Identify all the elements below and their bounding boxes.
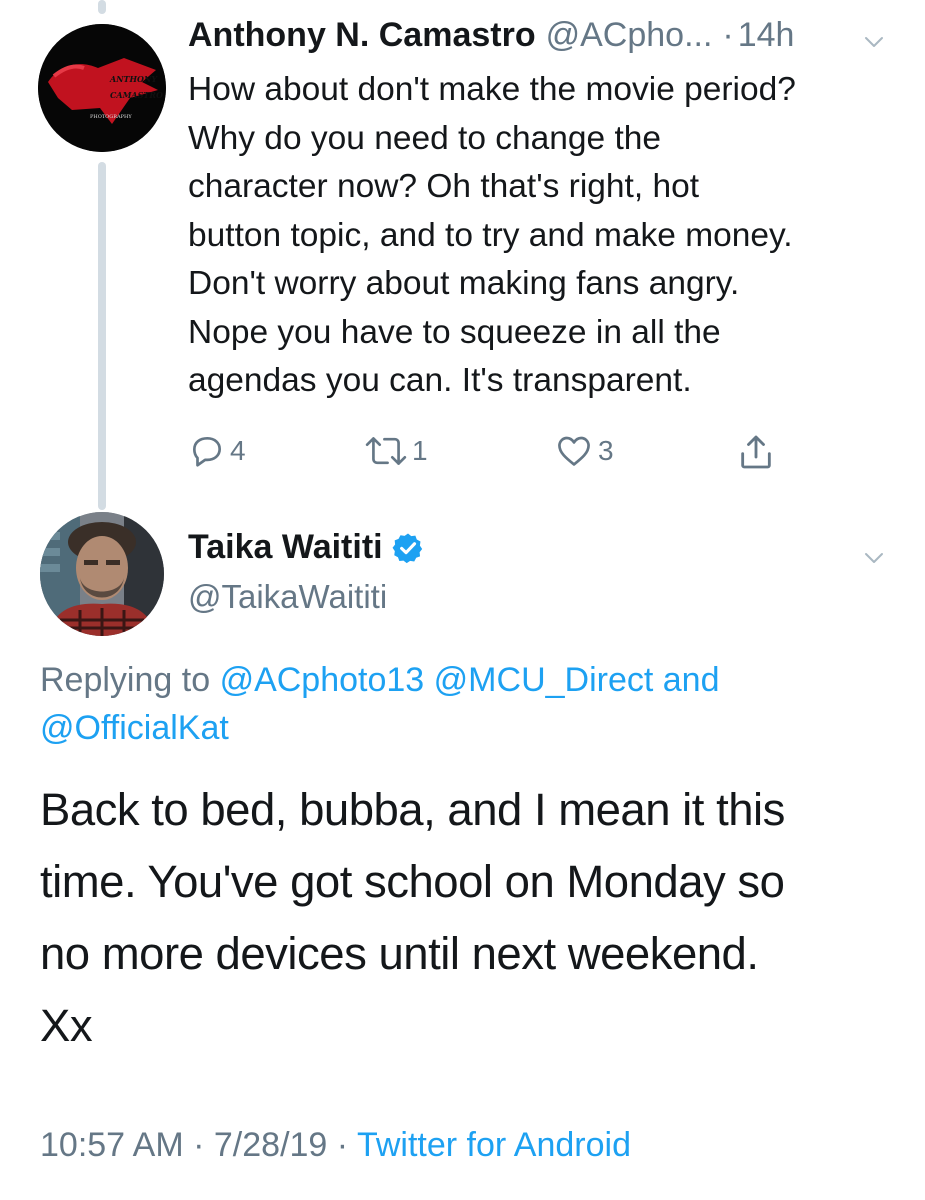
tweet-time[interactable]: 14h bbox=[738, 16, 795, 55]
avatar-logo-image: ANTHONY CAMASTRO PHOTOGRAPHY bbox=[38, 24, 166, 152]
retweet-icon bbox=[365, 436, 407, 465]
replying-to-label: Replying to bbox=[40, 661, 211, 699]
mention-link[interactable]: @ACphoto13 bbox=[220, 661, 425, 699]
share-button[interactable] bbox=[736, 432, 776, 472]
reply-icon bbox=[192, 436, 222, 467]
like-count: 3 bbox=[598, 434, 614, 466]
mention-link[interactable]: @OfficialKat bbox=[40, 709, 229, 747]
svg-text:PHOTOGRAPHY: PHOTOGRAPHY bbox=[90, 114, 132, 120]
heart-icon bbox=[558, 436, 590, 466]
retweet-button[interactable]: 1 bbox=[364, 432, 428, 470]
retweet-count: 1 bbox=[412, 434, 428, 466]
and-label: and bbox=[662, 661, 720, 699]
author-handle[interactable]: @TaikaWaititi bbox=[188, 578, 387, 616]
thread-line-top bbox=[98, 0, 106, 14]
tweet-time[interactable]: 10:57 AM bbox=[40, 1126, 184, 1164]
separator-dot: · bbox=[193, 1126, 205, 1164]
chevron-down-icon[interactable] bbox=[862, 546, 886, 570]
thread-line bbox=[98, 162, 106, 510]
avatar-photo-image bbox=[40, 512, 164, 636]
avatar[interactable] bbox=[40, 512, 164, 636]
tweet-actions: 4 1 3 bbox=[188, 432, 898, 482]
tweet-date[interactable]: 7/28/19 bbox=[214, 1126, 327, 1164]
tweet-source-link[interactable]: Twitter for Android bbox=[357, 1126, 631, 1164]
tweet-meta: 10:57 AM · 7/28/19 · Twitter for Android bbox=[40, 1126, 631, 1165]
reply-count: 4 bbox=[230, 434, 246, 466]
author-handle[interactable]: @ACpho... bbox=[546, 16, 713, 55]
replying-to: Replying to @ACphoto13 @MCU_Direct and @… bbox=[40, 656, 900, 752]
tweet-text: Back to bed, bubba, and I mean it this t… bbox=[40, 784, 785, 1051]
tweet-reply-parent: Anthony N. Camastro @ACpho... · 14h How … bbox=[188, 16, 898, 482]
separator-dot: · bbox=[336, 1126, 349, 1164]
svg-text:ANTHONY: ANTHONY bbox=[109, 74, 158, 84]
tweet-header: Anthony N. Camastro @ACpho... · 14h bbox=[188, 16, 898, 64]
svg-text:CAMASTRO: CAMASTRO bbox=[110, 90, 163, 100]
author-row: Taika Waititi bbox=[188, 528, 425, 567]
like-button[interactable]: 3 bbox=[554, 432, 614, 470]
tweet-text: How about don't make the movie period? W… bbox=[188, 71, 796, 399]
avatar[interactable]: ANTHONY CAMASTRO PHOTOGRAPHY bbox=[38, 24, 166, 152]
share-icon bbox=[741, 435, 771, 468]
verified-badge-icon bbox=[392, 533, 422, 563]
chevron-down-icon[interactable] bbox=[862, 30, 886, 54]
separator-dot: · bbox=[722, 16, 734, 54]
author-name[interactable]: Anthony N. Camastro bbox=[188, 16, 536, 55]
mention-link[interactable]: @MCU_Direct bbox=[434, 661, 654, 699]
author-name[interactable]: Taika Waititi bbox=[188, 528, 383, 567]
reply-button[interactable]: 4 bbox=[188, 432, 246, 470]
